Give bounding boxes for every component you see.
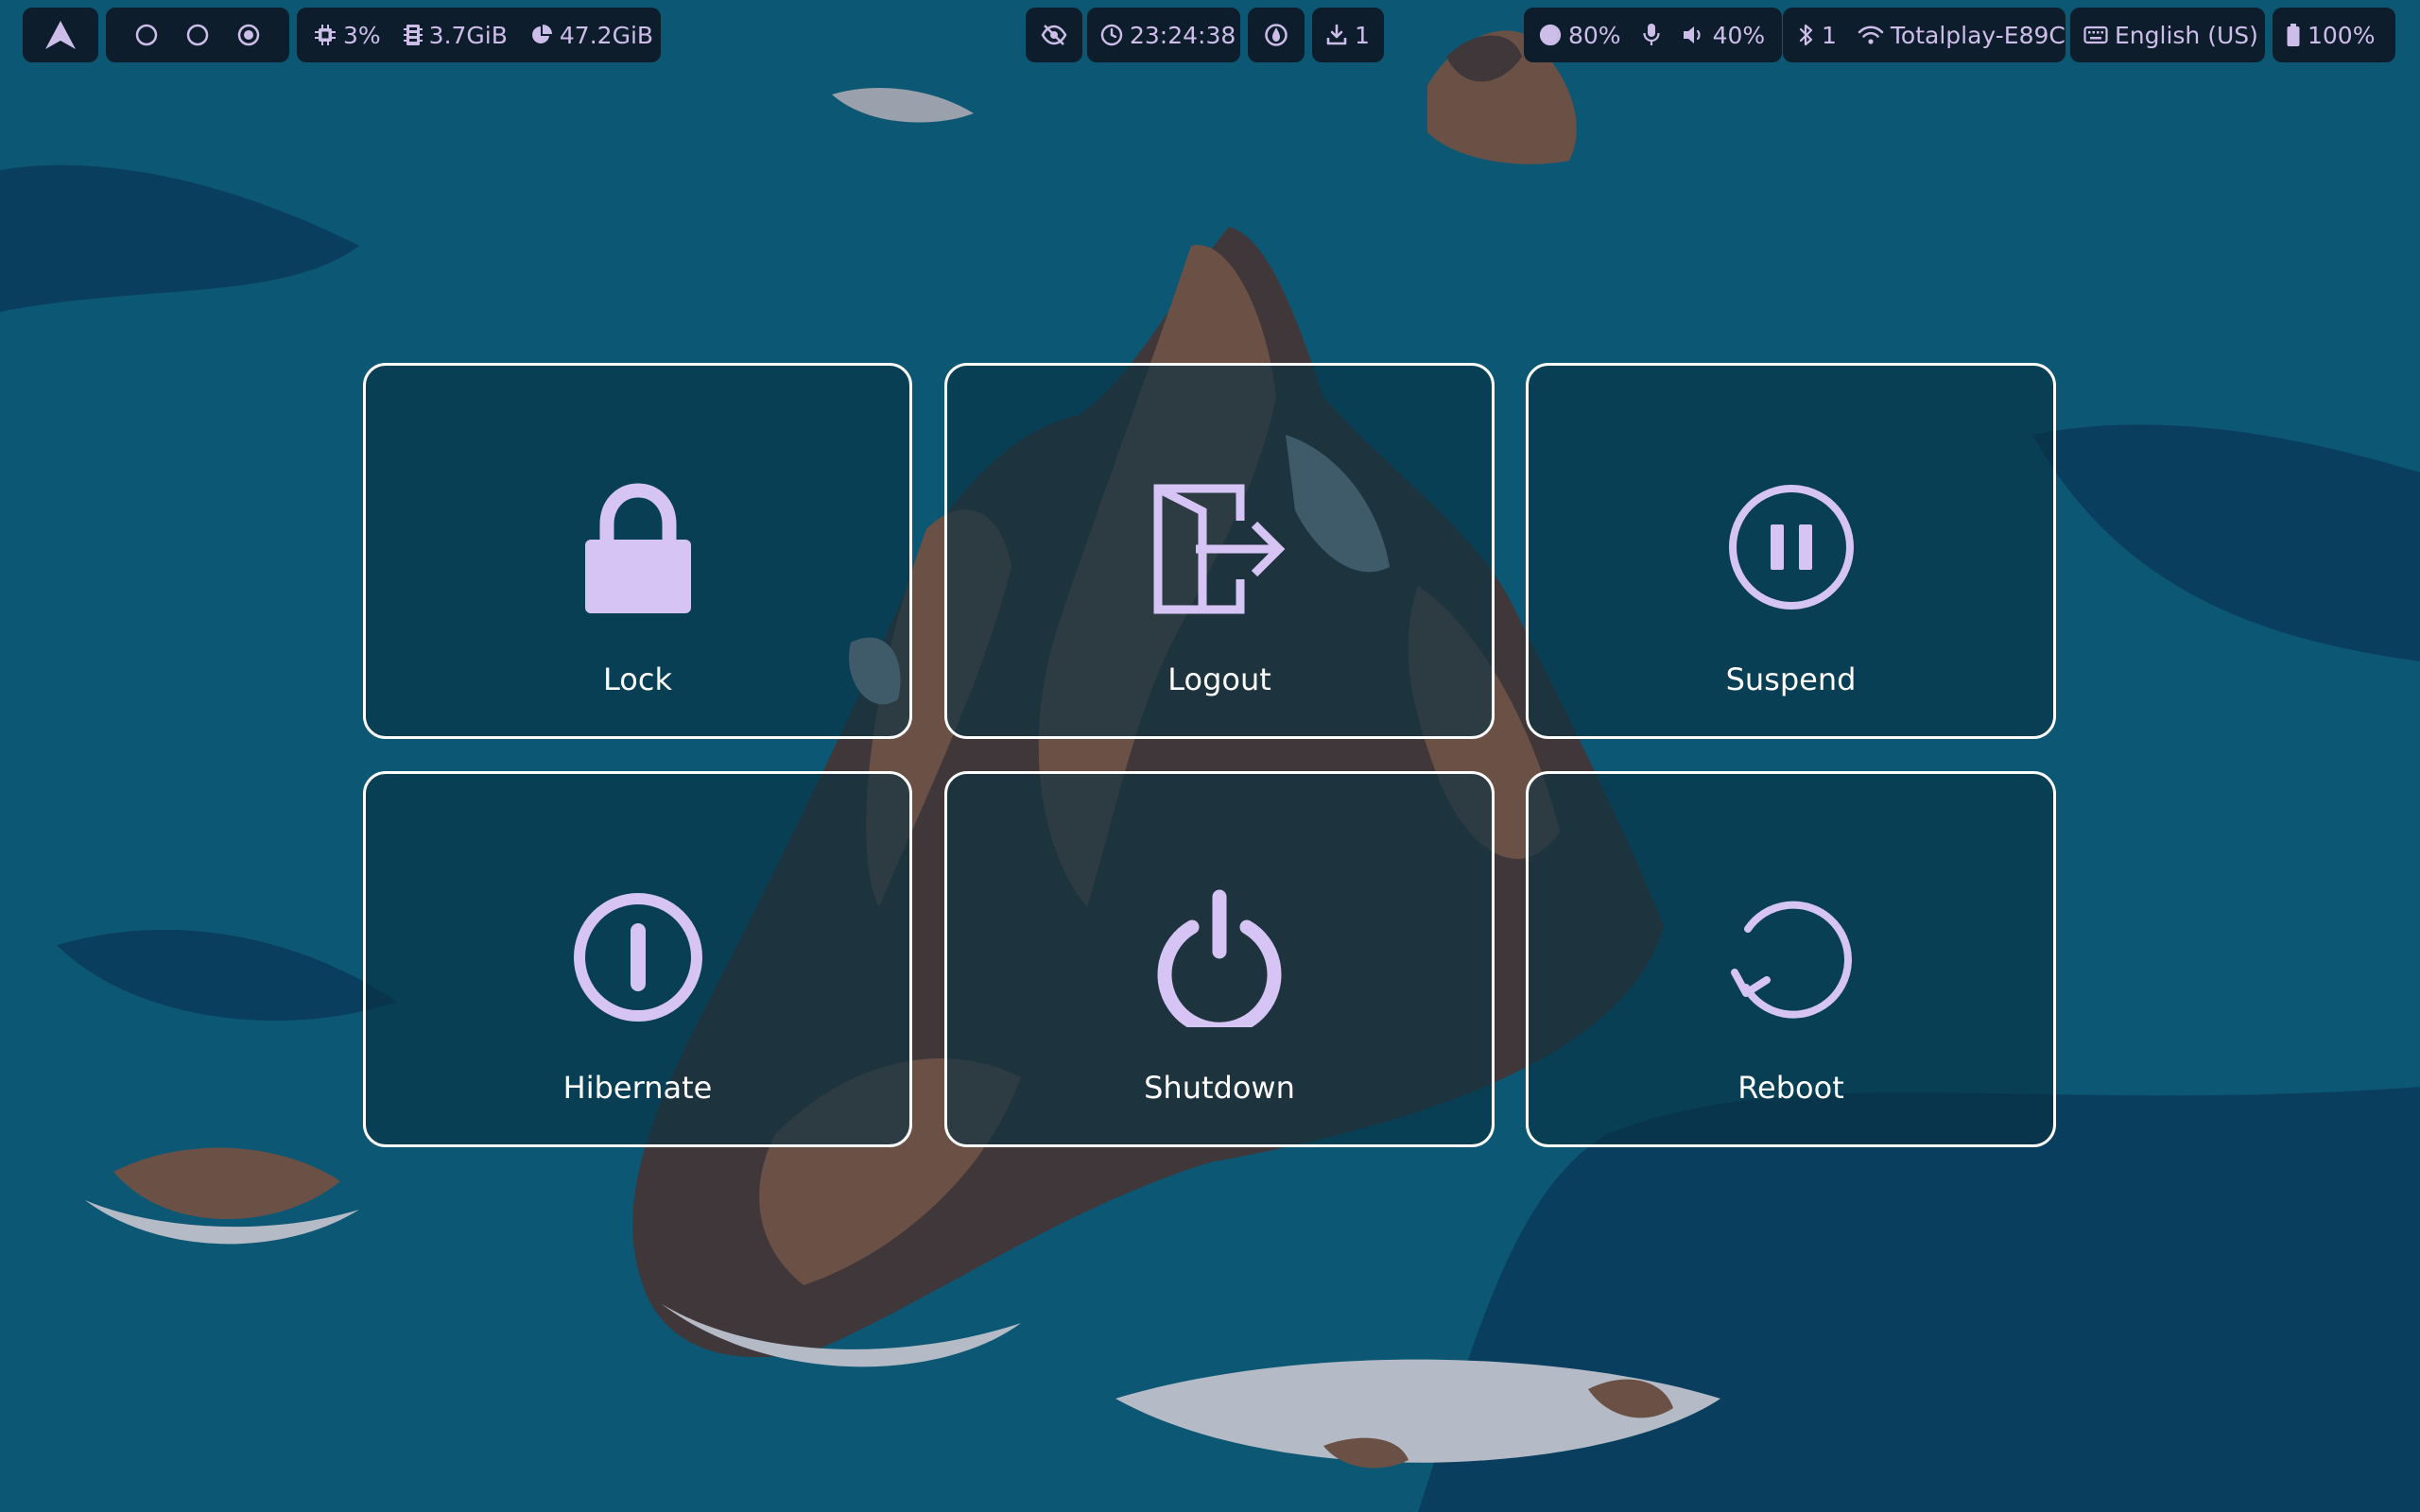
suspend-label: Suspend — [1725, 662, 1857, 697]
logout-icon — [1153, 484, 1286, 614]
reboot-label: Reboot — [1737, 1070, 1844, 1106]
lock-button[interactable]: Lock — [363, 363, 912, 739]
hibernate-icon — [573, 893, 702, 1022]
pause-circle-icon — [1728, 485, 1854, 610]
power-icon — [1157, 889, 1282, 1027]
reboot-button[interactable]: Reboot — [1526, 771, 2056, 1147]
suspend-button[interactable]: Suspend — [1526, 363, 2056, 739]
hibernate-label: Hibernate — [562, 1070, 713, 1106]
shutdown-button[interactable]: Shutdown — [944, 771, 1495, 1147]
logout-label: Logout — [1167, 662, 1271, 697]
hibernate-button[interactable]: Hibernate — [363, 771, 912, 1147]
power-menu: Lock Logout Suspend Hibernate Shutdown R… — [0, 0, 2420, 1512]
lock-icon — [584, 483, 691, 613]
restart-icon — [1730, 901, 1852, 1019]
shutdown-label: Shutdown — [1144, 1070, 1295, 1106]
lock-label: Lock — [603, 662, 672, 697]
logout-button[interactable]: Logout — [944, 363, 1495, 739]
